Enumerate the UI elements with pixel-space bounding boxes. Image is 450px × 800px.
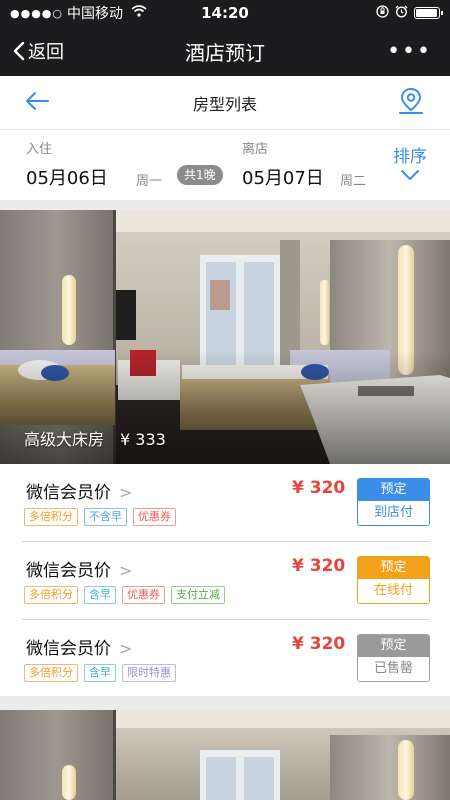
sold-out-button: 预定 已售罄	[357, 634, 430, 682]
book-label: 预定	[358, 557, 429, 579]
checkin-date[interactable]: 05月06日	[26, 164, 108, 190]
carrier-name: 中国移动	[67, 6, 123, 22]
alarm-icon	[395, 5, 408, 21]
book-label: 预定	[358, 635, 429, 657]
back-button[interactable]: 返回	[0, 38, 64, 64]
checkin-label: 入住	[26, 142, 53, 157]
nav-bar: 返回 酒店预订 •••	[0, 26, 450, 76]
stay-dates: 入住 05月06日 周一 离店 05月07日 周二	[0, 130, 450, 200]
location-button[interactable]	[398, 87, 450, 119]
wifi-icon	[131, 5, 147, 21]
tag: 优惠券	[133, 508, 176, 526]
chevron-right-icon: >	[119, 483, 133, 502]
book-label: 预定	[358, 479, 429, 501]
payment-type: 在线付	[358, 579, 429, 603]
tag: 不含早	[84, 508, 127, 526]
sub-header: 房型列表	[0, 76, 450, 130]
rate-row: 微信会员价 > ¥ 320 多倍积分 含早 限时特惠 预定 已售罄	[0, 620, 450, 698]
section-title: 房型列表	[192, 94, 257, 114]
rate-name: 微信会员价	[26, 561, 111, 581]
book-button[interactable]: 预定 在线付	[357, 556, 430, 604]
rate-tags: 多倍积分 含早 优惠券 支付立减	[24, 586, 225, 604]
book-button[interactable]: 预定 到店付	[357, 478, 430, 526]
tag: 优惠券	[122, 586, 165, 604]
rate-price: ¥ 320	[292, 634, 346, 654]
payment-type: 已售罄	[358, 657, 429, 681]
room-caption: 高级大床房 ¥ 333	[24, 426, 166, 450]
tag: 支付立减	[171, 586, 225, 604]
battery-icon	[414, 7, 443, 19]
tag: 多倍积分	[24, 664, 78, 682]
back-label: 返回	[28, 42, 64, 63]
chevron-right-icon: >	[119, 561, 133, 580]
nights-badge: 共1晚	[177, 165, 223, 185]
rate-tags: 多倍积分 不含早 优惠券	[24, 508, 176, 526]
rate-row: 微信会员价 > ¥ 320 多倍积分 不含早 优惠券 预定 到店付	[0, 464, 450, 542]
chevron-down-icon	[401, 170, 419, 180]
chevron-right-icon: >	[119, 639, 133, 658]
rate-name-link[interactable]: 微信会员价 >	[26, 556, 132, 581]
page-title: 酒店预订	[185, 40, 265, 65]
rate-row: 微信会员价 > ¥ 320 多倍积分 含早 优惠券 支付立减 预定 在线付	[0, 542, 450, 620]
tag: 含早	[84, 664, 116, 682]
map-pin-icon	[399, 87, 423, 114]
status-bar: ●●●●○ 中国移动 14:20	[0, 0, 450, 26]
tag: 含早	[84, 586, 116, 604]
rate-price: ¥ 320	[292, 556, 346, 576]
rate-price: ¥ 320	[292, 478, 346, 498]
room-photo[interactable]: 高级大床房 ¥ 333	[0, 210, 450, 464]
tag: 限时特惠	[122, 664, 176, 682]
rate-tags: 多倍积分 含早 限时特惠	[24, 664, 176, 682]
section-divider	[0, 200, 450, 210]
checkin-weekday: 周一	[136, 174, 163, 189]
rate-name: 微信会员价	[26, 639, 111, 659]
arrow-left-icon	[26, 91, 49, 110]
hotel-room-image	[0, 710, 450, 800]
rate-list: 微信会员价 > ¥ 320 多倍积分 不含早 优惠券 预定 到店付 微信会员价 > …	[0, 464, 450, 696]
room-price: ¥ 333	[120, 430, 166, 449]
checkout-weekday: 周二	[340, 174, 367, 189]
rate-name: 微信会员价	[26, 483, 111, 503]
room-photo[interactable]	[0, 710, 450, 800]
more-button[interactable]: •••	[387, 39, 450, 64]
checkout-date[interactable]: 05月07日	[242, 164, 324, 190]
rate-name-link[interactable]: 微信会员价 >	[26, 478, 132, 503]
tag: 多倍积分	[24, 586, 78, 604]
checkout-label: 离店	[242, 142, 269, 157]
section-divider	[0, 696, 450, 710]
room-name: 高级大床房	[24, 430, 105, 449]
rotation-lock-icon	[376, 5, 389, 21]
chevron-left-icon	[13, 41, 25, 61]
signal-strength-icon: ●●●●○	[10, 6, 63, 20]
rate-name-link[interactable]: 微信会员价 >	[26, 634, 132, 659]
payment-type: 到店付	[358, 501, 429, 525]
sort-label: 排序	[393, 147, 427, 167]
sort-button[interactable]: 排序	[388, 142, 432, 181]
arrow-left-button[interactable]	[0, 91, 50, 115]
tag: 多倍积分	[24, 508, 78, 526]
